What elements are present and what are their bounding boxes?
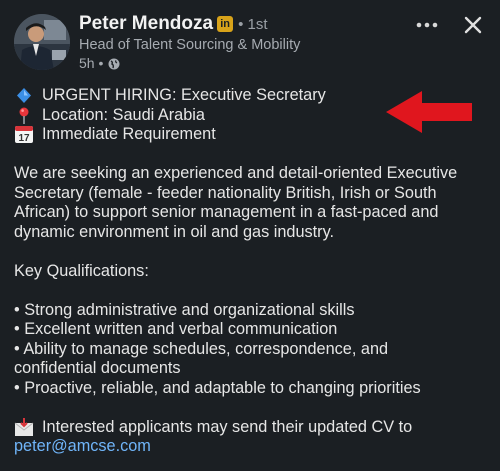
red-arrow-annotation [386,91,472,133]
calendar-icon: 17 [14,125,34,144]
more-options-button[interactable] [412,10,442,40]
post-location-text: Location: Saudi Arabia [42,105,205,124]
post-requirement-text: Immediate Requirement [42,125,216,143]
cta-text: Interested applicants may send their upd… [42,417,413,436]
post-headline-text: URGENT HIRING: Executive Secretary [42,86,326,104]
qualification-item: • Proactive, reliable, and adaptable to … [14,378,421,397]
qualifications-title: Key Qualifications: [14,261,149,280]
cta-line: Interested applicants may send their upd… [14,418,494,438]
more-dots-icon [416,22,438,28]
author-name-row: Peter Mendoza in • 1st [79,13,268,35]
blue-diamond-icon [14,86,34,105]
close-button[interactable] [458,10,488,40]
qualification-item: • Excellent written and verbal communica… [14,320,338,338]
close-icon [464,16,482,34]
qualification-item: • Strong administrative and organization… [14,300,355,319]
post-body: URGENT HIRING: Executive Secretary Locat… [14,86,494,457]
svg-text:17: 17 [18,133,30,144]
post-meta: 5h • [79,55,120,71]
post-card: Peter Mendoza in • 1st Head of Talent So… [0,0,500,471]
author-name[interactable]: Peter Mendoza [79,13,213,35]
avatar[interactable] [14,14,70,70]
location-pin-icon [14,106,34,125]
post-intro: We are seeking an experienced and detail… [14,164,458,241]
avatar-photo [14,14,70,70]
author-headline: Head of Talent Sourcing & Mobility [79,37,301,53]
email-line: peter@amcse.com [14,437,494,457]
linkedin-premium-badge: in [217,16,234,32]
envelope-icon [14,417,34,437]
globe-icon [108,57,120,70]
qualification-item: • Ability to manage schedules, correspon… [14,339,389,378]
connection-degree: • 1st [238,15,268,33]
email-link[interactable]: peter@amcse.com [14,437,151,457]
post-timestamp: 5h • [79,55,104,71]
